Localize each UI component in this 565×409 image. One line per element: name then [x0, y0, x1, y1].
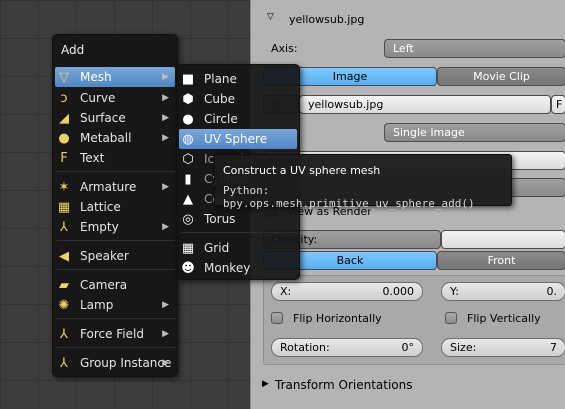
curve-icon: ↄ [60, 90, 68, 106]
torus-icon: ◎ [182, 211, 194, 227]
menu-item-curve[interactable]: ↄ Curve ▶ [55, 88, 175, 108]
armature-icon: ✶ [58, 179, 70, 195]
mesh-item-plane[interactable]: ■ Plane [179, 69, 297, 89]
expand-triangle-icon[interactable]: ▶ [262, 379, 269, 389]
flip-vertically-label: Flip Vertically [467, 312, 541, 325]
rotation-value: 0° [401, 341, 415, 354]
menu-item-camera[interactable]: ▰ Camera [55, 275, 175, 295]
tab-movie-clip[interactable]: Movie Clip [437, 67, 565, 86]
flip-horizontally-label: Flip Horizontally [293, 312, 382, 325]
menu-item-lattice[interactable]: ▦ Lattice [55, 197, 175, 217]
lamp-icon: ✺ [58, 297, 70, 313]
menu-separator [57, 240, 175, 241]
mesh-item-grid[interactable]: ▦ Grid [179, 238, 297, 258]
menu-separator [57, 269, 175, 270]
mesh-icon: ▽ [59, 69, 69, 85]
empty-icon: ⅄ [60, 219, 68, 235]
cone-icon: ▲ [183, 191, 193, 207]
x-offset-value: 0.000 [382, 285, 415, 298]
menu-item-empty[interactable]: ⅄ Empty ▶ [55, 217, 175, 237]
camera-icon: ▰ [59, 277, 69, 293]
menu-item-armature[interactable]: ✶ Armature ▶ [55, 177, 175, 197]
force-field-icon: ⅄ [60, 326, 68, 342]
mesh-item-uv-sphere[interactable]: ◍ UV Sphere [179, 129, 297, 149]
rotation-label: Rotation: [280, 341, 330, 354]
y-offset-label: Y: [450, 285, 459, 298]
collapse-triangle-icon[interactable]: ▽ [267, 12, 274, 22]
opacity-value-field[interactable] [441, 230, 565, 249]
file-name-field[interactable]: yellowsub.jpg [299, 95, 551, 114]
menu-item-surface[interactable]: ◢ Surface ▶ [55, 108, 175, 128]
ico-sphere-icon: ⬡ [182, 151, 194, 167]
menu-separator [181, 232, 297, 233]
cube-icon: ⬢ [182, 91, 194, 107]
tab-front[interactable]: Front [437, 251, 565, 270]
add-menu-title: Add [61, 43, 85, 57]
menu-separator [57, 347, 175, 348]
plane-icon: ■ [181, 71, 195, 87]
surface-icon: ◢ [59, 110, 69, 126]
source-dropdown[interactable]: Single Image [384, 123, 565, 142]
flip-horizontally-checkbox[interactable] [271, 312, 283, 324]
monkey-icon: ☻ [181, 260, 195, 276]
size-field[interactable]: Size: 7 [441, 338, 565, 357]
mesh-item-circle[interactable]: ● Circle [179, 109, 297, 129]
axis-label: Axis: [271, 42, 298, 55]
size-label: Size: [450, 341, 477, 354]
menu-item-group-instance[interactable]: ⅄ Group Instance ▶ [55, 353, 175, 373]
menu-item-speaker[interactable]: ◀ Speaker [55, 246, 175, 266]
image-name-label: yellowsub.jpg [289, 13, 365, 26]
fake-user-button[interactable]: F [551, 95, 565, 114]
menu-item-text[interactable]: F Text [55, 148, 175, 168]
mesh-item-torus[interactable]: ◎ Torus [179, 209, 297, 229]
y-offset-field[interactable]: Y: 0. [441, 282, 565, 301]
speaker-icon: ◀ [59, 248, 69, 264]
uv-sphere-icon: ◍ [182, 131, 194, 147]
circle-icon: ● [182, 111, 194, 127]
menu-separator [57, 318, 175, 319]
x-offset-label: X: [280, 285, 292, 298]
menu-item-force-field[interactable]: ⅄ Force Field ▶ [55, 324, 175, 344]
x-offset-field[interactable]: X: 0.000 [271, 282, 423, 301]
metaball-icon: ● [58, 130, 70, 146]
cylinder-icon: ▮ [184, 171, 192, 187]
axis-dropdown[interactable]: Left [384, 39, 565, 58]
size-value: 7 [550, 341, 557, 354]
rotation-field[interactable]: Rotation: 0° [271, 338, 423, 357]
flip-vertically-checkbox[interactable] [445, 312, 457, 324]
menu-item-mesh[interactable]: ▽ Mesh ▶ [55, 67, 175, 87]
tooltip-python: Python: bpy.ops.mesh.primitive_uv_sphere… [223, 184, 475, 210]
group-instance-icon: ⅄ [60, 355, 68, 371]
lattice-icon: ▦ [57, 199, 71, 215]
y-offset-value: 0. [546, 285, 558, 298]
transform-orientations-header[interactable]: Transform Orientations [275, 378, 413, 392]
tooltip: Construct a UV sphere mesh Python: bpy.o… [214, 154, 512, 210]
text-icon: F [60, 150, 68, 166]
add-menu: Add ▽ Mesh ▶ ↄ Curve ▶ ◢ Surface ▶ ● Metaball ▶ … [52, 34, 178, 377]
grid-icon: ▦ [181, 240, 195, 256]
mesh-item-monkey[interactable]: ☻ Monkey [179, 258, 297, 278]
menu-separator [57, 171, 175, 172]
menu-item-lamp[interactable]: ✺ Lamp ▶ [55, 295, 175, 315]
menu-item-metaball[interactable]: ● Metaball ▶ [55, 128, 175, 148]
mesh-item-cube[interactable]: ⬢ Cube [179, 89, 297, 109]
tooltip-title: Construct a UV sphere mesh [223, 164, 381, 177]
